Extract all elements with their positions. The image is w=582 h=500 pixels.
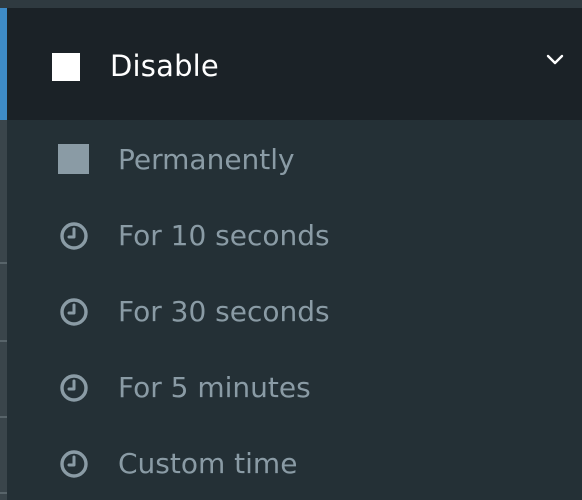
menu-item-custom-time[interactable]: Custom time (0, 426, 582, 500)
square-icon (58, 144, 89, 174)
disable-menu: Disable Permanently For 10 seconds For 3… (0, 0, 582, 500)
menu-item-30-seconds[interactable]: For 30 seconds (0, 274, 582, 350)
menu-item-5-minutes[interactable]: For 5 minutes (0, 350, 582, 426)
menu-item-label: For 30 seconds (118, 295, 330, 328)
menu-item-label: Permanently (118, 143, 295, 176)
menu-item-10-seconds[interactable]: For 10 seconds (0, 198, 582, 274)
chevron-down-icon[interactable] (544, 48, 566, 70)
clock-icon (60, 222, 88, 250)
square-icon (52, 53, 80, 81)
top-divider (0, 0, 582, 8)
disable-label: Disable (110, 49, 219, 83)
disable-dropdown-header[interactable]: Disable (0, 8, 582, 120)
clock-icon (60, 298, 88, 326)
menu-item-label: Custom time (118, 447, 298, 480)
menu-item-label: For 5 minutes (118, 371, 311, 404)
menu-item-permanently[interactable]: Permanently (0, 122, 582, 198)
clock-icon (60, 450, 88, 478)
active-accent-bar (0, 8, 7, 120)
menu-item-label: For 10 seconds (118, 219, 330, 252)
clock-icon (60, 374, 88, 402)
